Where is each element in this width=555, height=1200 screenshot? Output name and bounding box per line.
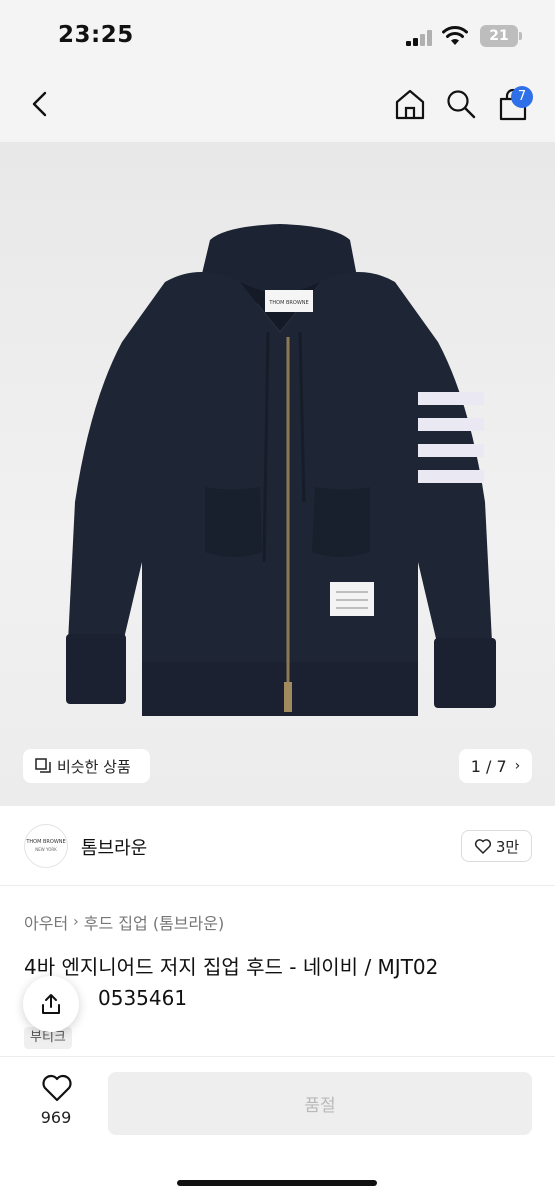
brand-like-button[interactable]: 3만	[461, 830, 532, 862]
breadcrumb-separator-icon: ›	[73, 914, 79, 930]
battery-icon: 21	[480, 25, 518, 47]
image-pager[interactable]: 1 / 7 ›	[459, 749, 532, 783]
neck-label-text: THOM BROWNE	[268, 300, 308, 306]
brand-logo-text: THOM BROWNE	[26, 839, 66, 845]
chevron-left-icon[interactable]	[28, 90, 52, 118]
brand-logo: THOM BROWNE NEW YORK	[24, 824, 68, 868]
breadcrumb-item[interactable]: 후드 집업 (톰브라운)	[84, 910, 224, 934]
status-time: 23:25	[58, 22, 134, 48]
share-button[interactable]	[23, 976, 79, 1032]
similar-products-button[interactable]: 비슷한 상품	[23, 749, 150, 783]
home-icon[interactable]	[393, 87, 427, 121]
home-indicator	[177, 1180, 377, 1186]
heart-icon	[474, 839, 491, 854]
wish-count: 969	[40, 1108, 72, 1127]
breadcrumb: 아우터 › 후드 집업 (톰브라운)	[24, 910, 224, 934]
signal-icon	[406, 30, 432, 46]
battery-level: 21	[489, 28, 509, 44]
battery-tip	[519, 32, 522, 40]
brand-logo-subtext: NEW YORK	[35, 847, 57, 852]
hoodie-illustration: THOM BROWNE	[66, 224, 496, 716]
product-title-line-2: 0535461	[98, 986, 188, 1010]
product-title-line-1: 4바 엔지니어드 저지 집업 후드 - 네이비 / MJT02	[24, 955, 439, 979]
wifi-icon	[442, 26, 468, 45]
brand-name[interactable]: 톰브라운	[81, 834, 147, 860]
product-image[interactable]: THOM BROWNE	[0, 142, 555, 806]
chevron-right-icon: ›	[514, 758, 521, 774]
pager-text: 1 / 7	[470, 756, 507, 776]
sold-out-button[interactable]: 품절	[108, 1072, 532, 1135]
breadcrumb-item[interactable]: 아우터	[24, 910, 68, 934]
similar-products-label: 비슷한 상품	[57, 757, 131, 776]
cart-count-badge: 7	[511, 86, 533, 108]
similar-icon	[35, 758, 51, 773]
heart-icon[interactable]	[41, 1074, 73, 1102]
share-icon	[42, 994, 60, 1014]
brand-like-count: 3만	[495, 837, 520, 856]
search-icon[interactable]	[445, 88, 477, 120]
